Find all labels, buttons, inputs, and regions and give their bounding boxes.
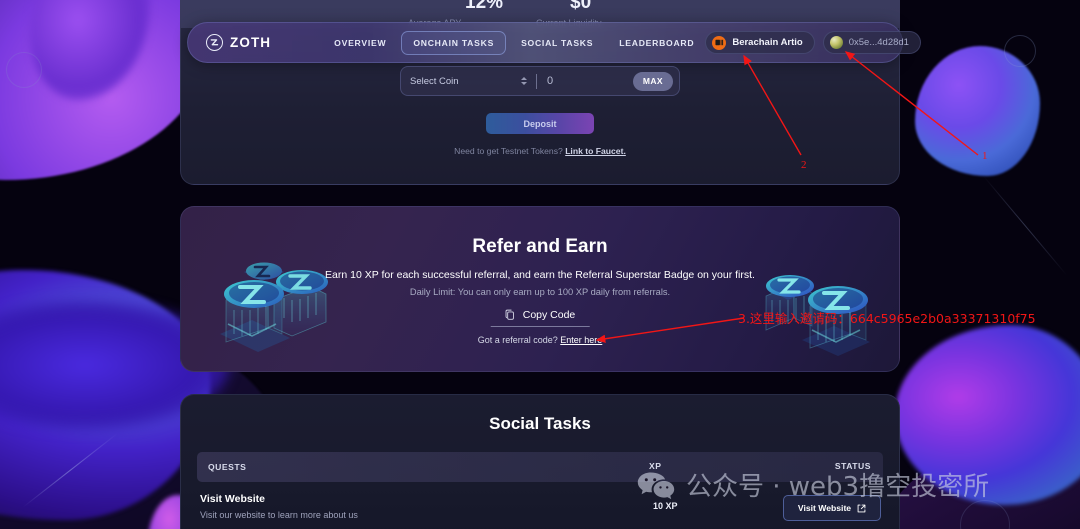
external-link-icon: [857, 504, 866, 513]
enter-referral-code-link[interactable]: Enter here: [560, 335, 602, 345]
nav-links: OVERVIEW ONCHAIN TASKS SOCIAL TASKS LEAD…: [323, 30, 705, 55]
coin-select-label: Select Coin: [410, 75, 459, 87]
refer-title: Refer and Earn: [472, 236, 608, 257]
deposit-input-row: Select Coin 0 MAX: [400, 66, 680, 96]
network-name: Berachain Artio: [732, 37, 803, 48]
network-selector-button[interactable]: Berachain Artio: [705, 31, 815, 54]
nav-item-leaderboard[interactable]: LEADERBOARD: [608, 32, 705, 54]
background-ring-2: [1004, 35, 1036, 67]
social-tasks-title: Social Tasks: [489, 414, 591, 433]
amount-input[interactable]: 0: [537, 67, 633, 95]
zoth-logo-icon: [206, 34, 223, 51]
refer-subtitle: Earn 10 XP for each successful referral,…: [325, 269, 755, 281]
background-streak-2: [982, 175, 1068, 276]
faucet-link[interactable]: Link to Faucet.: [565, 146, 626, 156]
nav-item-overview[interactable]: OVERVIEW: [323, 32, 397, 54]
deposit-button[interactable]: Deposit: [486, 113, 594, 134]
background-ring-1: [6, 52, 42, 88]
faucet-hint-text: Need to get Testnet Tokens?: [454, 146, 563, 156]
nav-right-group: Berachain Artio 0x5e...4d28d1: [705, 31, 921, 54]
stat-liquidity-value: $0: [570, 0, 592, 13]
copy-icon: [505, 309, 516, 321]
nav-item-social-tasks[interactable]: SOCIAL TASKS: [510, 32, 604, 54]
watermark-text: 公众号 · web3撸空投密所: [686, 472, 990, 502]
chevron-updown-icon: [521, 77, 527, 85]
app-root: 12% $0 Average APY Current Liquidity ZOT…: [0, 0, 1080, 529]
wallet-account-button[interactable]: 0x5e...4d28d1: [822, 31, 921, 54]
copy-code-label: Copy Code: [522, 309, 576, 321]
referral-code-prompt: Got a referral code? Enter here: [0, 335, 1080, 345]
berachain-icon: [712, 35, 727, 50]
brand-logo[interactable]: ZOTH: [206, 34, 271, 51]
wechat-watermark: 公众号 · web3撸空投密所: [636, 466, 989, 503]
top-navbar: ZOTH OVERVIEW ONCHAIN TASKS SOCIAL TASKS…: [187, 22, 921, 63]
max-button[interactable]: MAX: [632, 71, 673, 91]
nav-item-onchain-tasks[interactable]: ONCHAIN TASKS: [401, 30, 507, 55]
account-avatar-icon: [829, 36, 843, 49]
wallet-address: 0x5e...4d28d1: [848, 37, 909, 48]
referral-prompt-text: Got a referral code?: [477, 335, 558, 345]
faucet-hint: Need to get Testnet Tokens? Link to Fauc…: [0, 146, 1080, 156]
stat-apy-value: 12%: [465, 0, 504, 13]
visit-website-label: Visit Website: [797, 503, 852, 513]
brand-name: ZOTH: [230, 35, 272, 50]
refer-daily-limit: Daily Limit: You can only earn up to 100…: [409, 287, 671, 297]
wechat-logo-icon: [636, 470, 676, 500]
column-header-quests: QUESTS: [208, 462, 247, 472]
coin-select[interactable]: Select Coin: [401, 67, 536, 95]
copy-code-button[interactable]: Copy Code: [490, 306, 590, 327]
